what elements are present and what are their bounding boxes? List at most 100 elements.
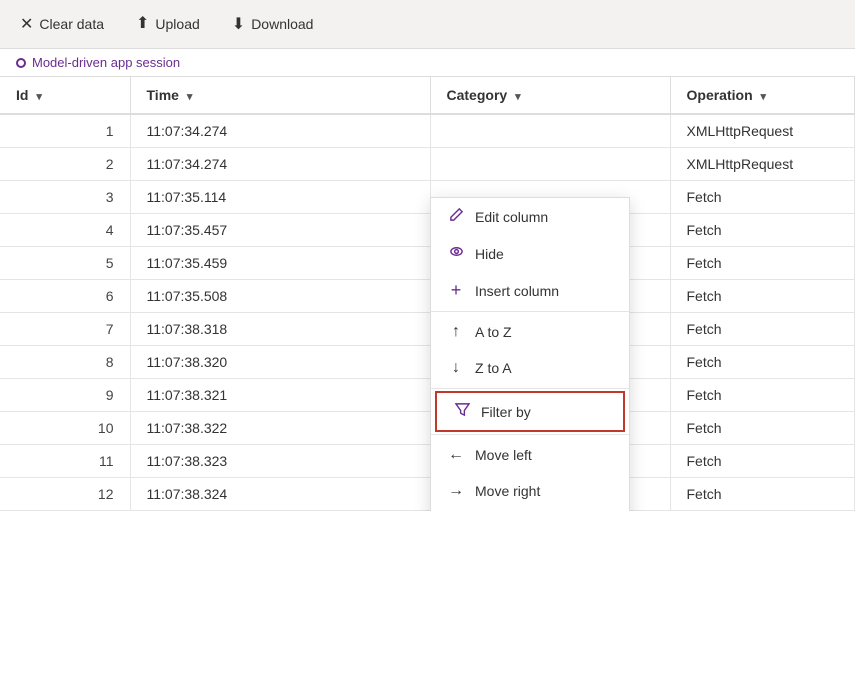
menu-label-filter-by: Filter by [481, 404, 531, 420]
cell-time: 11:07:34.274 [130, 114, 430, 148]
cell-operation: Fetch [670, 379, 855, 412]
cell-operation: Fetch [670, 478, 855, 511]
upload-icon: ⬆ [136, 13, 149, 33]
cell-time: 11:07:35.459 [130, 247, 430, 280]
sort-arrow-category: ▾ [515, 91, 521, 103]
col-header-operation[interactable]: Operation ▾ [670, 77, 855, 114]
cell-id: 10 [0, 412, 130, 445]
table-row: 12 11:07:38.324 Fetch [0, 478, 855, 511]
cell-operation: Fetch [670, 214, 855, 247]
col-header-time[interactable]: Time ▾ [130, 77, 430, 114]
col-header-id[interactable]: Id ▾ [0, 77, 130, 114]
cell-time: 11:07:38.318 [130, 313, 430, 346]
edit-column-icon [447, 207, 465, 226]
cell-time: 11:07:35.457 [130, 214, 430, 247]
menu-label-move-right: Move right [475, 483, 540, 499]
cell-operation: Fetch [670, 445, 855, 478]
download-label: Download [251, 16, 313, 32]
cell-id: 3 [0, 181, 130, 214]
a-to-z-icon: ↑ [447, 323, 465, 341]
table-row: 8 11:07:38.320 Fetch [0, 346, 855, 379]
table-row: 11 11:07:38.323 Fetch [0, 445, 855, 478]
clear-data-label: Clear data [39, 16, 104, 32]
cell-operation: XMLHttpRequest [670, 114, 855, 148]
z-to-a-icon: ↓ [447, 359, 465, 377]
menu-label-a-to-z: A to Z [475, 324, 512, 340]
table-row: 7 11:07:38.318 Fetch [0, 313, 855, 346]
menu-label-z-to-a: Z to A [475, 360, 512, 376]
cell-time: 11:07:38.323 [130, 445, 430, 478]
menu-divider [431, 434, 629, 435]
data-table: Id ▾ Time ▾ Category ▾ Operation ▾ 1 [0, 77, 855, 511]
cell-id: 6 [0, 280, 130, 313]
menu-item-move-left[interactable]: ← Move left [431, 437, 629, 473]
col-header-category[interactable]: Category ▾ [430, 77, 670, 114]
table-row: 5 11:07:35.459 Fetch [0, 247, 855, 280]
insert-column-icon: + [447, 281, 465, 300]
move-left-icon: ← [447, 446, 465, 464]
cell-id: 1 [0, 114, 130, 148]
upload-button[interactable]: ⬆ Upload [132, 8, 204, 40]
menu-item-z-to-a[interactable]: ↓ Z to A [431, 350, 629, 386]
cell-operation: Fetch [670, 247, 855, 280]
menu-divider [431, 311, 629, 312]
menu-item-filter-by[interactable]: Filter by [435, 391, 625, 432]
menu-item-hide[interactable]: Hide [431, 235, 629, 272]
table-row: 1 11:07:34.274 XMLHttpRequest [0, 114, 855, 148]
cell-operation: Fetch [670, 412, 855, 445]
cell-time: 11:07:38.320 [130, 346, 430, 379]
clear-icon: ✕ [20, 14, 33, 34]
cell-id: 11 [0, 445, 130, 478]
cell-category [430, 148, 670, 181]
move-right-icon: → [447, 482, 465, 500]
sort-arrow-time: ▾ [187, 91, 193, 103]
cell-operation: Fetch [670, 280, 855, 313]
cell-operation: Fetch [670, 346, 855, 379]
session-indicator [16, 58, 26, 68]
sort-arrow-operation: ▾ [761, 91, 767, 103]
clear-data-button[interactable]: ✕ Clear data [16, 8, 108, 40]
cell-category [430, 114, 670, 148]
cell-id: 2 [0, 148, 130, 181]
table-row: 4 11:07:35.457 Fetch [0, 214, 855, 247]
menu-item-insert-column[interactable]: + Insert column [431, 272, 629, 309]
menu-label-insert-column: Insert column [475, 283, 559, 299]
table-container: Id ▾ Time ▾ Category ▾ Operation ▾ 1 [0, 77, 855, 511]
menu-label-hide: Hide [475, 246, 504, 262]
table-body: 1 11:07:34.274 XMLHttpRequest 2 11:07:34… [0, 114, 855, 511]
cell-id: 12 [0, 478, 130, 511]
table-row: 10 11:07:38.322 Fetch [0, 412, 855, 445]
download-button[interactable]: ⬇ Download [228, 8, 318, 40]
cell-operation: XMLHttpRequest [670, 148, 855, 181]
cell-id: 5 [0, 247, 130, 280]
cell-operation: Fetch [670, 313, 855, 346]
download-icon: ⬇ [232, 14, 245, 34]
cell-time: 11:07:38.324 [130, 478, 430, 511]
cell-time: 11:07:38.322 [130, 412, 430, 445]
cell-time: 11:07:35.508 [130, 280, 430, 313]
menu-item-edit-column[interactable]: Edit column [431, 198, 629, 235]
upload-label: Upload [155, 16, 199, 32]
table-row: 3 11:07:35.114 Fetch [0, 181, 855, 214]
cell-time: 11:07:38.321 [130, 379, 430, 412]
cell-id: 4 [0, 214, 130, 247]
hide-icon [447, 244, 465, 263]
table-row: 2 11:07:34.274 XMLHttpRequest [0, 148, 855, 181]
sort-arrow-id: ▾ [36, 91, 42, 103]
table-header-row: Id ▾ Time ▾ Category ▾ Operation ▾ [0, 77, 855, 114]
session-bar: Model-driven app session [0, 49, 855, 77]
menu-item-a-to-z[interactable]: ↑ A to Z [431, 314, 629, 350]
cell-time: 11:07:35.114 [130, 181, 430, 214]
session-label: Model-driven app session [32, 55, 180, 70]
cell-id: 7 [0, 313, 130, 346]
menu-label-edit-column: Edit column [475, 209, 548, 225]
table-row: 9 11:07:38.321 Fetch [0, 379, 855, 412]
toolbar: ✕ Clear data ⬆ Upload ⬇ Download [0, 0, 855, 49]
cell-time: 11:07:34.274 [130, 148, 430, 181]
filter-by-icon [453, 402, 471, 421]
cell-id: 8 [0, 346, 130, 379]
menu-divider [431, 388, 629, 389]
menu-item-move-right[interactable]: → Move right [431, 473, 629, 509]
menu-label-move-left: Move left [475, 447, 532, 463]
cell-operation: Fetch [670, 181, 855, 214]
